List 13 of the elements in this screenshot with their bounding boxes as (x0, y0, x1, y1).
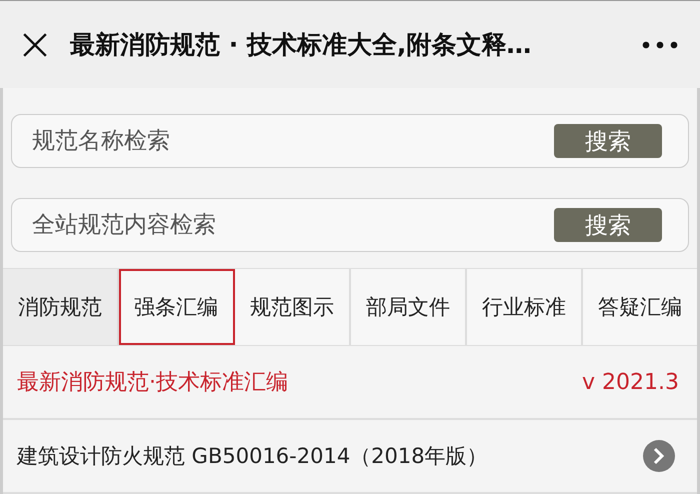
tab[interactable]: 强条汇编 (119, 269, 235, 345)
search-field[interactable]: 规范名称检索 搜索 (11, 114, 689, 168)
search-button[interactable]: 搜索 (554, 124, 662, 158)
page-title: 最新消防规范 · 技术标准大全,附条文释… (70, 29, 532, 61)
close-icon[interactable] (22, 32, 48, 58)
chevron-icon (643, 440, 675, 472)
version-label: v 2021.3 (582, 370, 679, 394)
more-icon[interactable] (642, 40, 678, 48)
list-item[interactable]: 建筑设计防火规范 GB50016-2014（2018年版） (3, 420, 697, 494)
tab[interactable]: 消防规范 (3, 269, 119, 345)
search-button[interactable]: 搜索 (554, 208, 662, 242)
section-title: 最新消防规范·技术标准汇编 (17, 369, 288, 397)
search-field[interactable]: 全站规范内容检索 搜索 (11, 198, 689, 252)
